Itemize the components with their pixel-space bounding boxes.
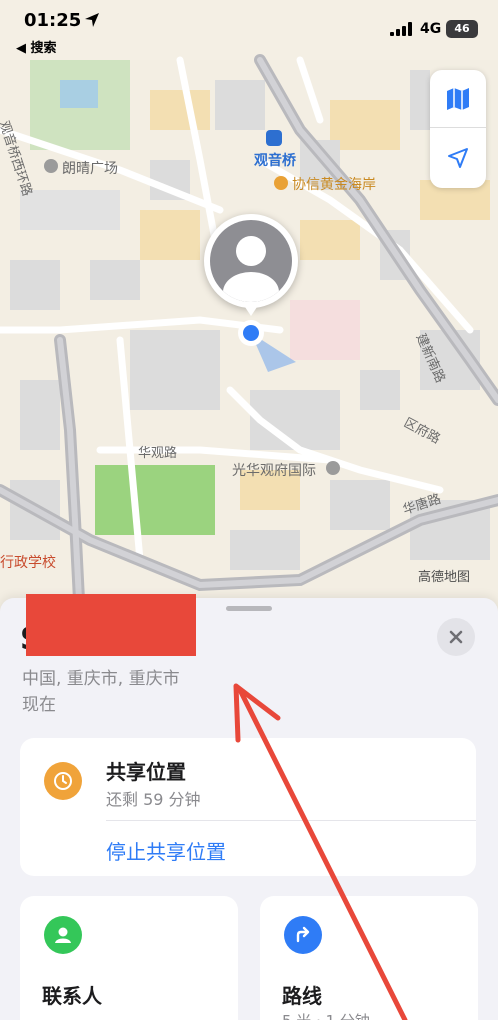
map-view[interactable]: 观音桥西环路 朗晴广场 观音桥 协信黄金海岸 建新南路 华观路 光华观府国际 区… [0,0,498,620]
status-time: 01:25 [24,10,82,31]
metro-station-icon [266,130,282,146]
divider [106,820,476,821]
locate-me-button[interactable] [430,129,486,187]
close-icon [449,630,463,644]
map-icon [447,87,469,110]
current-location-dot-icon [238,320,264,346]
person-icon [44,916,82,954]
map-label-poi: 协信黄金海岸 [292,177,376,193]
share-title: 共享位置 [106,760,186,784]
network-type: 4G [420,21,442,37]
person-address: 中国, 重庆市, 重庆市 [22,669,180,689]
battery-icon: 46 [446,20,478,38]
contact-card[interactable]: 联系人 [20,896,238,1020]
location-services-icon [85,13,99,27]
sheet-grabber[interactable] [226,606,272,611]
map-label-station: 观音桥 [254,153,296,169]
share-location-card: 共享位置 还剩 59 分钟 停止共享位置 [20,738,476,876]
timer-icon [44,762,82,800]
pin-tail [243,304,259,316]
share-remaining: 还剩 59 分钟 [106,790,201,809]
cellular-signal-icon [390,22,412,36]
map-label-road: 华观路 [138,446,178,461]
poi-icon [274,176,288,190]
poi-icon [326,461,340,475]
directions-title: 路线 [282,984,322,1008]
person-detail-sheet: S 中国, 重庆市, 重庆市 现在 共享位置 还剩 59 分钟 停止共享位置 联… [0,594,498,1020]
stop-sharing-button[interactable]: 停止共享位置 [106,836,226,865]
back-to-app-link[interactable]: ◀ 搜索 [16,37,57,56]
contact-title: 联系人 [42,984,102,1008]
directions-icon [284,916,322,954]
map-label-poi: 光华观府国际 [232,463,316,479]
map-provider-logo: 高德地图 [418,570,471,585]
last-seen-time: 现在 [22,695,56,715]
directions-eta: 5 米 · 1 分钟 [282,1010,370,1020]
map-label-poi: 行政学校 [0,555,56,571]
person-avatar-pin[interactable] [204,214,298,308]
location-arrow-icon [448,148,468,168]
map-mode-button[interactable] [430,70,486,128]
poi-icon [44,159,58,173]
redaction-overlay [26,594,196,656]
map-controls [430,70,486,188]
status-bar: 01:25 ◀ 搜索 4G 46 [0,0,498,60]
map-label-poi: 朗晴广场 [62,161,118,177]
avatar-placeholder-icon [210,220,292,302]
close-button[interactable] [437,618,475,656]
directions-card[interactable]: 路线 5 米 · 1 分钟 [260,896,478,1020]
